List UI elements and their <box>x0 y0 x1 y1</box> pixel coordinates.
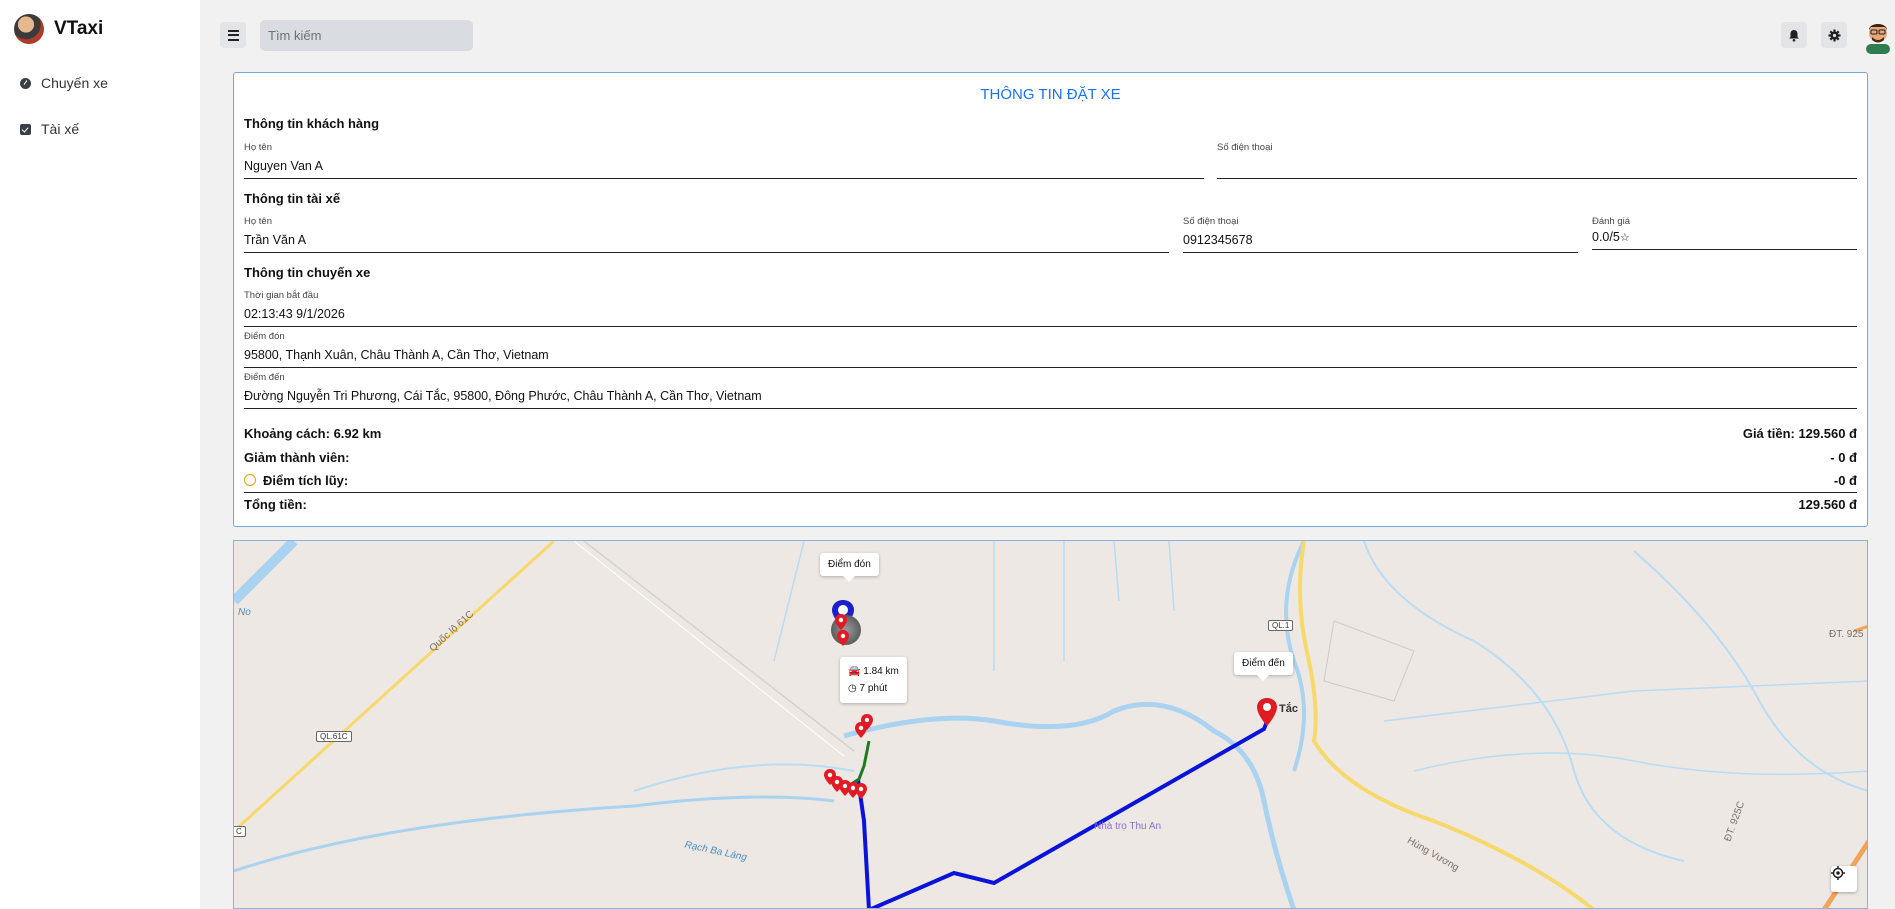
total-row: Tổng tiền: 129.560 đ <box>244 497 1857 512</box>
section-customer: Thông tin khách hàng <box>244 116 380 131</box>
map-label: ĐT. 925 <box>1829 629 1864 640</box>
brand[interactable]: VTaxi <box>14 14 103 44</box>
points-value: -0 đ <box>1833 473 1857 488</box>
field-label: Điểm đón <box>244 331 285 342</box>
section-driver: Thông tin tài xế <box>244 191 341 206</box>
settings-button[interactable] <box>1821 22 1847 48</box>
dashboard-icon <box>20 77 31 89</box>
canal <box>1633 550 1867 792</box>
customer-name-field: Họ tên Nguyen Van A <box>244 142 1204 179</box>
menu-button[interactable] <box>220 22 246 48</box>
driver-rating: 0.0/5☆ <box>1592 230 1857 250</box>
star-icon: ☆ <box>1619 232 1630 244</box>
trip-start-value: 02:13:43 9/1/2026 <box>244 307 1857 327</box>
bell-icon <box>1789 29 1799 42</box>
driver-name-field: Họ tên Trần Văn A <box>244 216 1169 253</box>
town-streets <box>1323 620 1415 702</box>
highway-ql1 <box>1298 541 1595 908</box>
brand-logo <box>14 14 44 44</box>
points-row: Điểm tích lũy: -0 đ <box>244 473 1857 493</box>
dropoff-field: Điểm đến Đường Nguyễn Tri Phương, Cái Tắ… <box>244 372 1857 409</box>
field-label: Thời gian bắt đầu <box>244 290 319 301</box>
car-icon: 🚘 <box>848 666 861 677</box>
pickup-field: Điểm đón 95800, Thạnh Xuân, Châu Thành A… <box>244 331 1857 368</box>
road-shield: C <box>234 826 246 837</box>
booking-info-card: THÔNG TIN ĐẶT XE Thông tin khách hàng Họ… <box>233 72 1868 527</box>
points-label: Điểm tích lũy: <box>263 473 349 488</box>
crosshair-icon <box>1831 866 1845 880</box>
distance: Khoảng cách: 6.92 km <box>244 426 382 441</box>
dropoff-value: Đường Nguyễn Tri Phương, Cái Tắc, 95800,… <box>244 389 1857 409</box>
minor-road <box>583 541 855 752</box>
sidebar: VTaxi Chuyến xe Tài xế <box>0 0 200 909</box>
member-discount-value: - 0 đ <box>1830 450 1857 465</box>
canal <box>633 763 855 792</box>
road-shield: QL.61C <box>316 731 352 742</box>
total-label: Tổng tiền: <box>244 497 307 512</box>
river <box>234 541 298 605</box>
search-input[interactable] <box>260 20 473 51</box>
dropoff-popup[interactable]: Điểm đến <box>1234 652 1293 681</box>
sidebar-item-trips[interactable]: Chuyến xe <box>20 75 108 91</box>
location-pin-icon <box>855 783 867 799</box>
distance-price-row: Khoảng cách: 6.92 km Giá tiền: 129.560 đ <box>244 426 1857 441</box>
map-canvas[interactable] <box>234 541 1868 909</box>
driver-rating-field: Đánh giá 0.0/5☆ <box>1592 216 1857 250</box>
minor-road <box>573 541 845 757</box>
locate-me-button[interactable] <box>1831 866 1857 892</box>
field-label: Số điện thoại <box>1217 142 1273 153</box>
pickup-value: 95800, Thạnh Xuân, Châu Thành A, Cần Thơ… <box>244 348 1857 368</box>
field-label: Đánh giá <box>1592 216 1631 227</box>
page-title: THÔNG TIN ĐẶT XE <box>980 86 1121 103</box>
dropoff-marker-icon[interactable] <box>1256 697 1278 727</box>
avatar[interactable] <box>1862 18 1894 54</box>
route-duration: ◷ 7 phút <box>848 683 888 694</box>
field-label: Họ tên <box>244 142 272 153</box>
route-map[interactable]: No Quốc lộ 61C QL.61C QL.1 C ĐT. 925 ĐT.… <box>233 540 1868 909</box>
location-pin-icon <box>855 722 867 738</box>
customer-phone-value <box>1217 159 1857 179</box>
customer-phone-field: Số điện thoại <box>1217 142 1857 179</box>
clock-icon: ◷ <box>848 683 857 694</box>
member-discount-label: Giảm thành viên: <box>244 450 350 465</box>
sidebar-item-label: Chuyến xe <box>41 75 108 91</box>
highway-61c <box>234 541 556 833</box>
map-label: No <box>238 607 251 618</box>
field-label: Điểm đến <box>244 372 285 383</box>
total-value: 129.560 đ <box>1798 497 1857 512</box>
location-pin-icon <box>837 630 849 646</box>
river <box>843 701 1296 908</box>
customer-name-value: Nguyen Van A <box>244 159 1204 179</box>
driver-phone-field: Số điện thoại 0912345678 <box>1183 216 1578 253</box>
canal <box>1413 752 1867 776</box>
menu-icon <box>227 29 239 32</box>
driver-name-value: Trần Văn A <box>244 233 1169 253</box>
field-label: Số điện thoại <box>1183 216 1239 227</box>
route-info-popup: 🚘 1.84 km ◷ 7 phút <box>840 657 907 703</box>
section-trip: Thông tin chuyến xe <box>244 265 371 280</box>
gear-icon <box>1828 29 1840 41</box>
map-label: Nhà trọ Thu An <box>1094 821 1162 832</box>
field-label: Họ tên <box>244 216 272 227</box>
route-distance: 🚘 1.84 km <box>848 666 899 677</box>
driver-phone-value: 0912345678 <box>1183 233 1578 253</box>
brand-name: VTaxi <box>54 18 104 39</box>
sidebar-item-drivers[interactable]: Tài xế <box>20 121 79 137</box>
trip-route <box>868 718 1270 908</box>
price: Giá tiền: 129.560 đ <box>1742 426 1857 441</box>
trip-start-field: Thời gian bắt đầu 02:13:43 9/1/2026 <box>244 290 1857 327</box>
member-discount-row: Giảm thành viên: - 0 đ <box>244 450 1857 465</box>
map-label: Tắc <box>1279 703 1298 715</box>
coin-icon <box>244 474 256 486</box>
check-square-icon <box>20 123 31 135</box>
rating-value: 0.0/5 <box>1592 230 1620 244</box>
sidebar-item-label: Tài xế <box>41 121 80 137</box>
notification-button[interactable] <box>1781 22 1807 48</box>
pickup-popup[interactable]: Điểm đón <box>820 553 879 582</box>
canal <box>1383 680 1867 722</box>
road-shield: QL.1 <box>1268 620 1294 631</box>
